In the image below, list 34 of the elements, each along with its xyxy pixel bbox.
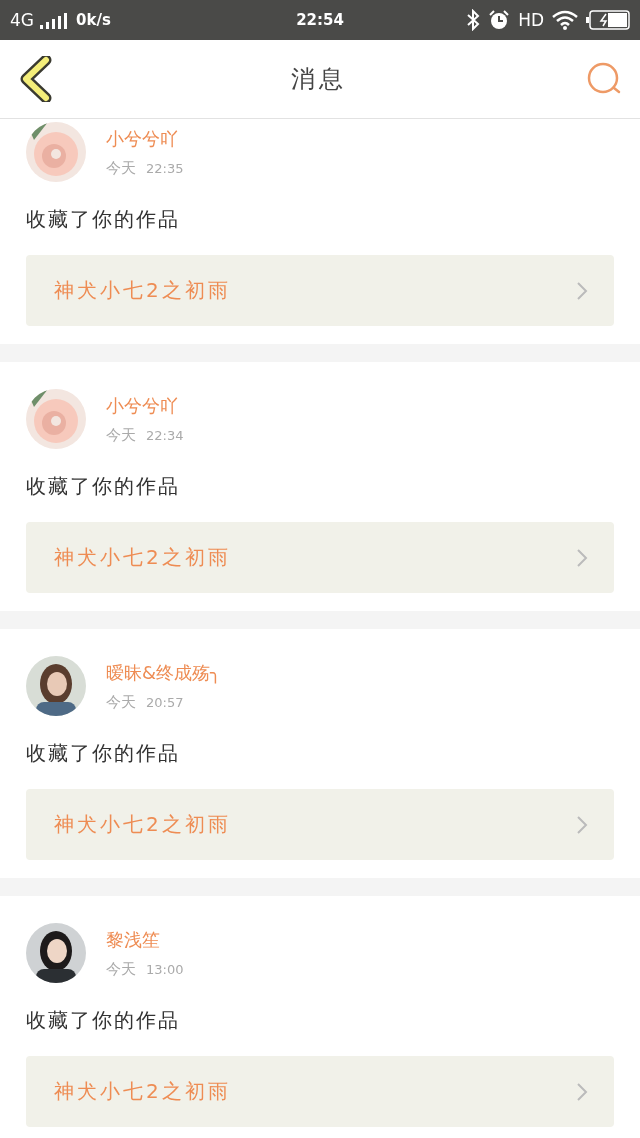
bluetooth-icon (466, 9, 481, 31)
hd-indicator: HD (518, 10, 544, 30)
chevron-icon (576, 1081, 588, 1102)
chevron-icon (576, 547, 588, 568)
message-time: 22:35 (146, 160, 184, 176)
message-date: 今天 (106, 692, 136, 712)
chevron-icon (576, 814, 588, 835)
message-date: 今天 (106, 425, 136, 445)
message-date: 今天 (106, 959, 136, 979)
message-time: 13:00 (146, 961, 184, 977)
user-name: 黎浅笙 (106, 927, 161, 952)
user-name: 暧昧&终成殇╮ (106, 660, 221, 685)
message-time: 20:57 (146, 694, 184, 710)
network-type: 4G (10, 10, 34, 30)
message-date: 今天 (106, 158, 136, 178)
user-name: 小兮兮吖 (106, 393, 179, 418)
message-text: 收藏了你的作品 (26, 1007, 181, 1034)
message-text: 收藏了你的作品 (26, 473, 181, 500)
work-link[interactable]: 神犬小七2之初雨 (26, 789, 614, 860)
alarm-icon (488, 9, 511, 31)
battery-icon (586, 10, 630, 30)
wifi-icon (552, 10, 578, 30)
work-link[interactable]: 神犬小七2之初雨 (26, 522, 614, 593)
message-time: 22:34 (146, 427, 184, 443)
user-name: 小兮兮吖 (106, 126, 179, 151)
message-text: 收藏了你的作品 (26, 740, 181, 767)
signal-icon (40, 11, 70, 29)
chevron-icon (576, 280, 588, 301)
network-speed: 0k/s (76, 11, 111, 29)
work-link[interactable]: 神犬小七2之初雨 (26, 1056, 614, 1127)
message-text: 收藏了你的作品 (26, 206, 181, 233)
work-link[interactable]: 神犬小七2之初雨 (26, 255, 614, 326)
clock: 22:54 (296, 11, 344, 29)
page-title: 消息 (291, 64, 347, 95)
